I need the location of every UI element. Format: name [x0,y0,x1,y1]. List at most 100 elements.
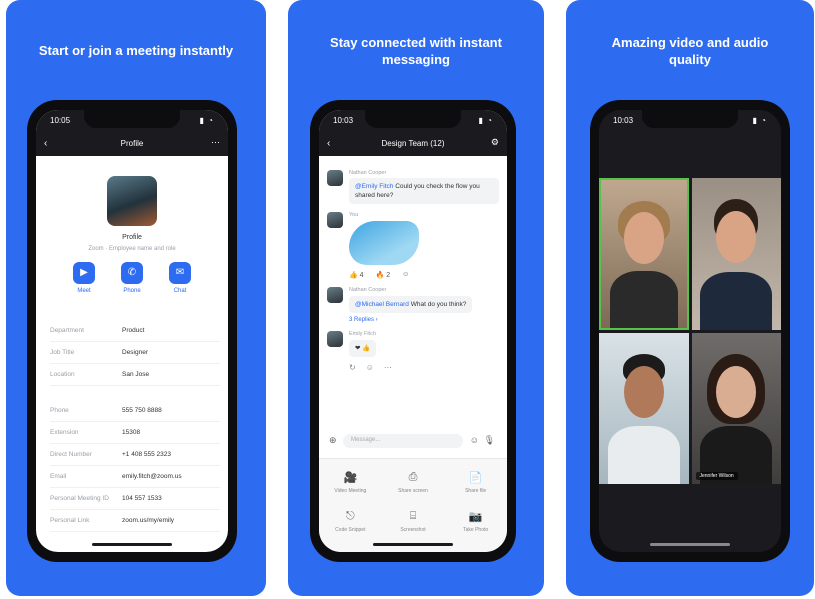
screenshot-button[interactable]: ⌸ Screenshot [382,510,445,533]
emoji-icon[interactable]: ☺ [366,363,374,372]
meet-label: Meet [77,288,91,294]
action-tray: 🎥 Video Meeting ⎙ Share screen 📄 Share file… [319,458,507,552]
add-reaction-icon[interactable]: ☺ [402,271,409,279]
profile-actions: ▶ Meet ✆ Phone ✉ Chat [66,262,198,302]
take-photo-button[interactable]: 📷 Take Photo [444,510,507,533]
phone-chat: 10:03 ▮ ◔ ‹ Design Team (12) ⚙ Nathan Co… [310,100,516,562]
video-tile[interactable] [691,178,781,330]
detail-value: +1 408 555 2323 [122,451,171,458]
chat-label: Chat [173,288,187,294]
detail-value: 104 557 1533 [122,495,162,502]
message-tools: ↻ ☺ ⋯ [349,363,499,372]
notch [642,110,738,128]
detail-row[interactable]: Phone 555 750 8888 [50,400,220,422]
detail-row[interactable]: Personal Link zoom.us/my/emily [50,510,220,532]
battery-icon: ▮ ◔ [199,116,214,125]
code-snippet-button[interactable]: ⎋ Code Snippet [319,510,382,533]
profile-subtitle: Zoom · Employee name and role [88,246,176,252]
detail-key: Department [50,327,84,334]
notch [365,110,461,128]
battery-icon: ▮ ◔ [478,116,493,125]
message-bubble: ❤ 👍 [349,340,377,357]
message-text: What do you think? [408,301,467,308]
phone-profile: 10:05 ▮ ◔ ‹ Profile ⋯ Profile Zoom · Emp… [27,100,237,562]
chat-screen: 10:03 ▮ ◔ ‹ Design Team (12) ⚙ Nathan Co… [319,110,507,552]
chat-button[interactable]: ✉ Chat [162,262,198,302]
detail-row: Location San Jose [50,364,220,386]
detail-key: Location [50,371,75,378]
detail-row[interactable]: Direct Number +1 408 555 2323 [50,444,220,466]
more-icon[interactable]: ⋯ [211,137,220,148]
battery-icon: ▮ ◔ [752,116,767,125]
detail-row[interactable]: Extension 15308 [50,422,220,444]
detail-value: Product [122,327,145,334]
more-icon[interactable]: ⋯ [384,363,392,372]
detail-value: zoom.us/my/emily [122,517,175,524]
list-item[interactable]: You 👍 4 🔥 2 ☺ [327,212,499,279]
detail-value: Designer [122,349,149,356]
settings-icon[interactable]: ⚙ [491,137,499,148]
home-indicator [92,543,172,546]
share-file-button[interactable]: 📄 Share file [444,471,507,494]
screenshot-icon: ⌸ [409,510,417,522]
share-screen-button[interactable]: ⎙ Share screen [382,471,445,494]
detail-row[interactable]: Personal Meeting ID 104 557 1533 [50,488,220,510]
detail-key: Extension [50,429,79,436]
headline-messaging: Stay connected with instant messaging [330,35,502,67]
video-tile[interactable]: Jennifer Wilson [691,332,781,484]
participant-face [716,211,757,264]
phone-button[interactable]: ✆ Phone [114,262,150,302]
status-time: 10:03 [613,116,634,125]
avatar [107,176,157,226]
avatar [327,212,343,228]
microphone-icon[interactable]: 🎙 [484,435,495,446]
message-input[interactable]: Message... [343,434,463,448]
participant-face [623,365,664,418]
participant-name-label: Jennifer Wilson [695,472,738,480]
profile-details: Department Product Job Title Designer Loca… [50,320,220,532]
mention-link[interactable]: @Emily Fitch [355,183,393,190]
emoji-icon[interactable]: ☺ [470,435,479,445]
message-bubble: @Emily Fitch Could you check the flow yo… [349,178,499,204]
message-sender: Nathan Cooper [349,170,387,176]
chat-title: Design Team (12) [381,139,445,148]
detail-key: Email [50,473,67,480]
tray-label: Screenshot [400,527,426,533]
participant-body [700,271,773,330]
detail-row[interactable]: Email emily.fitch@zoom.us [50,466,220,488]
reaction[interactable]: 👍 4 [349,271,364,279]
meet-button[interactable]: ▶ Meet [66,262,102,302]
video-tile-active-speaker[interactable] [599,178,689,330]
message-list: Nathan Cooper @Emily Fitch Could you che… [319,162,507,372]
detail-key: Job Title [50,349,75,356]
reaction[interactable]: 🔥 2 [376,271,391,279]
headline-video: Amazing video and audio quality [611,35,769,67]
status-time: 10:03 [333,116,354,125]
add-icon[interactable]: ⊕ [329,435,337,446]
participant-face [623,212,664,265]
mention-link[interactable]: @Michael Bernard [355,301,409,308]
message-sender: Emily Fitch [349,331,376,337]
home-indicator [650,543,730,546]
participant-face [716,365,757,418]
video-screen: 10:03 ▮ ◔ Jennifer Wilson [599,110,781,552]
list-item[interactable]: Nathan Cooper @Emily Fitch Could you che… [327,170,499,204]
tray-label: Share file [465,488,487,494]
detail-row: Job Title Designer [50,342,220,364]
phone-label: Phone [123,288,141,294]
detail-value: emily.fitch@zoom.us [122,473,182,480]
profile-screen: 10:05 ▮ ◔ ‹ Profile ⋯ Profile Zoom · Emp… [36,110,228,552]
shared-image[interactable] [349,221,419,265]
list-item[interactable]: Emily Fitch ❤ 👍 ↻ ☺ ⋯ [327,331,499,372]
video-icon: 🎥 [343,472,358,484]
video-tile[interactable] [599,332,689,484]
reply-icon[interactable]: ↻ [349,363,356,372]
chat-icon: ✉ [169,262,191,284]
message-sender: You [349,212,359,218]
list-item[interactable]: Nathan Cooper @Michael Bernard What do y… [327,287,499,323]
participant-body [607,426,680,484]
detail-key: Direct Number [50,451,92,458]
replies-link[interactable]: 3 Replies › [349,317,499,323]
video-meeting-button[interactable]: 🎥 Video Meeting [319,471,382,494]
video-gallery: Jennifer Wilson [599,178,781,484]
